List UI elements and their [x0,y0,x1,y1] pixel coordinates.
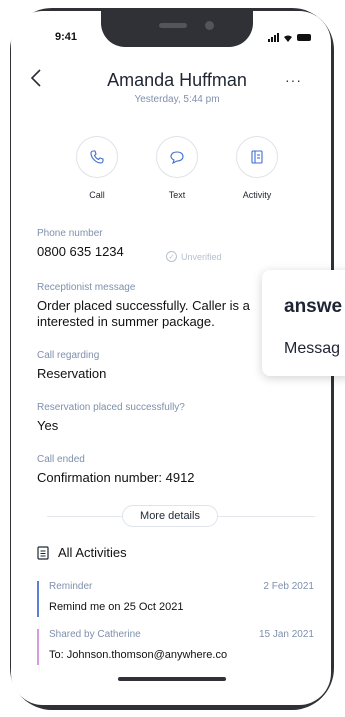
call-button[interactable]: Call [71,136,123,200]
activity-button[interactable]: Activity [231,136,283,200]
overlay-brand-text: answe [284,296,343,317]
reservation-value: Yes [37,418,59,433]
activity-color-bar [37,629,39,665]
activity-color-bar [37,581,39,617]
receptionist-message-label: Receptionist message [37,282,136,293]
call-timestamp: Yesterday, 5:44 pm [134,94,220,105]
answer-overlay-card[interactable]: answe Messag [262,270,345,376]
unverified-badge: ✓ Unverified [166,251,222,262]
divider [47,516,122,517]
wifi-icon [284,34,292,42]
unverified-label: Unverified [181,251,222,262]
more-options-button[interactable]: ··· [285,72,302,88]
action-buttons: Call Text Activity [0,136,345,200]
receptionist-message-field: Receptionist message Order placed succes… [37,282,267,330]
status-time: 9:41 [55,31,78,43]
text-button[interactable]: Text [151,136,203,200]
call-regarding-label: Call regarding [37,350,100,361]
phone-icon [90,150,104,164]
reservation-label: Reservation placed successfully? [37,402,185,413]
check-circle-icon: ✓ [166,251,177,262]
chat-bubble-icon [170,151,184,165]
notebook-icon [251,150,263,164]
activity-date: 2 Feb 2021 [263,581,314,592]
divider [218,516,315,517]
activity-type: Reminder [49,581,93,592]
activity-type: Shared by Catherine [49,629,141,640]
call-ended-field: Call ended Confirmation number: 4912 [37,454,195,486]
activity-item-reminder[interactable]: Reminder 2 Feb 2021 Remind me on 25 Oct … [37,581,314,617]
call-regarding-field: Call regarding Reservation [37,350,106,382]
signal-icon [268,33,279,42]
overlay-message-text: Messag [284,340,341,357]
document-icon [37,545,49,560]
activity-text: Remind me on 25 Oct 2021 [49,601,184,613]
call-label: Call [89,190,105,200]
activity-date: 15 Jan 2021 [258,629,314,640]
all-activities-title: All Activities [58,545,127,560]
battery-icon [297,34,311,41]
activity-item-shared[interactable]: Shared by Catherine 15 Jan 2021 To: John… [37,629,314,665]
reservation-field: Reservation placed successfully? Yes [37,402,185,434]
call-regarding-value: Reservation [37,366,107,381]
text-label: Text [168,190,186,200]
confirmation-number-value: Confirmation number: 4912 [37,470,195,485]
status-icons [268,33,311,42]
call-ended-label: Call ended [37,454,85,465]
receptionist-message-value: Order placed successfully. Caller is a i… [37,298,250,329]
all-activities-header: All Activities [37,545,127,560]
phone-number-label: Phone number [37,228,103,239]
activity-text: To: Johnson.thomson@anywhere.co [49,649,228,661]
home-indicator[interactable] [118,677,226,681]
phone-notch [101,11,253,47]
activity-label: Activity [242,190,272,200]
more-details-button[interactable]: More details [122,505,218,527]
